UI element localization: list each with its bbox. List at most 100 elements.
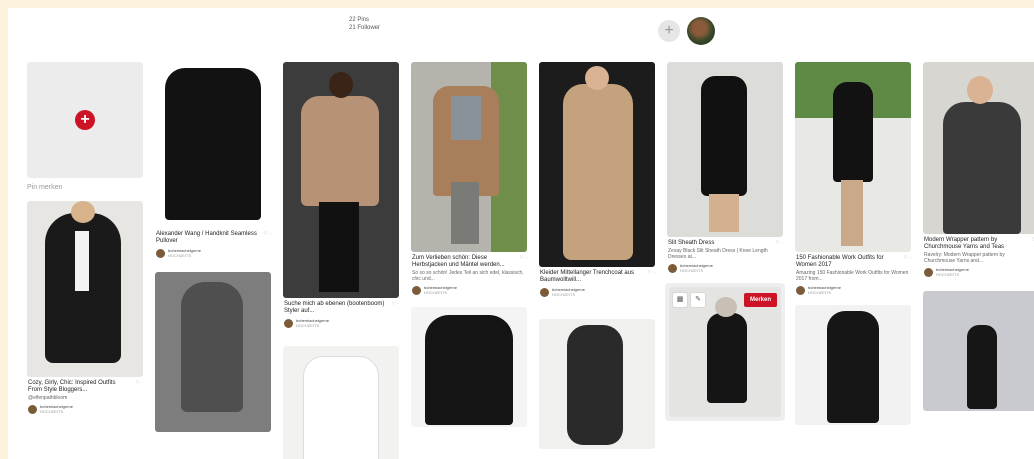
pin-count[interactable]: 22 Pins — [349, 16, 380, 24]
pin-card[interactable] — [411, 307, 527, 427]
pin-owner[interactable]: bohemiacheigerne HOCHZEITS — [155, 245, 271, 258]
pin-image[interactable]: ▩ ✎ Merken — [669, 287, 781, 417]
like-count[interactable]: ♡ · — [391, 301, 399, 308]
pin-card[interactable] — [155, 272, 271, 432]
pin-card[interactable]: Cozy, Girly, Chic: Inspired Outfits From… — [27, 201, 143, 414]
pin-card[interactable]: Alexander Wang / Handknit Seamless Pullo… — [155, 62, 271, 258]
pin-hover-actions: ▩ ✎ Merken — [673, 293, 777, 307]
pin-owner[interactable]: bohemiacheigerne HOCHZEITS — [795, 282, 911, 295]
tshirt-detail — [451, 96, 481, 140]
pin-image[interactable] — [795, 62, 911, 252]
like-count[interactable]: ♡ · — [135, 380, 143, 387]
add-pin-plus-icon[interactable]: + — [75, 110, 95, 130]
pin-image[interactable] — [795, 305, 911, 425]
pin-title[interactable]: Modern Wrapper pattern by Churchmouse Ya… — [923, 234, 1034, 251]
street-outfit-figure — [967, 325, 997, 409]
trenchcoat-figure — [563, 84, 633, 260]
plus-icon[interactable]: + — [658, 20, 680, 42]
board-name[interactable]: HOCHZEITS — [680, 268, 713, 273]
pin-title[interactable]: Suche mich ab ebenen (bootenboom) Styler… — [283, 298, 399, 315]
board-name[interactable]: HOCHZEITS — [808, 290, 841, 295]
pin-column-5: Kleider Mittellanger Trenchcoat aus Baum… — [539, 62, 655, 459]
owner-avatar[interactable] — [28, 404, 37, 414]
legs-detail — [841, 180, 863, 246]
pin-title[interactable]: Cozy, Girly, Chic: Inspired Outfits From… — [27, 377, 143, 394]
shirt-detail — [75, 231, 89, 291]
pin-owner[interactable]: bohemiacheigerne HOCHZEITS — [283, 315, 399, 328]
black-outfit-figure — [827, 311, 879, 423]
pin-card[interactable]: Kleider Mittellanger Trenchcoat aus Baum… — [539, 62, 655, 297]
face-detail — [967, 76, 993, 104]
turtleneck-figure — [425, 315, 513, 425]
pin-card[interactable]: Zum Verlieben schön: Diese Herbstjacken … — [411, 62, 527, 295]
pin-description: Zesay Black Slit Sheath Dress | Knee Len… — [668, 248, 768, 260]
add-pin-card[interactable]: + Pin merken — [27, 62, 143, 191]
pin-image[interactable] — [283, 62, 399, 298]
pin-image[interactable] — [923, 62, 1034, 234]
pin-image[interactable] — [155, 272, 271, 432]
board-name[interactable]: HOCHZEITS — [296, 323, 329, 328]
sweater-figure — [165, 68, 261, 220]
pin-card[interactable] — [539, 319, 655, 449]
pin-card-hovered[interactable]: ▩ ✎ Merken — [665, 283, 785, 421]
pin-title[interactable]: Alexander Wang / Handknit Seamless Pullo… — [155, 228, 271, 245]
like-count[interactable]: ♡ · — [903, 255, 911, 262]
board-name[interactable]: HOCHZEITS — [40, 409, 73, 414]
pin-image[interactable] — [539, 62, 655, 267]
pin-column-1: + Pin merken Cozy, Girly, Chic: Inspired… — [27, 62, 143, 424]
pin-image[interactable] — [411, 62, 527, 252]
pin-card[interactable]: 150 Fashionable Work Outfits for Women 2… — [795, 62, 911, 295]
pin-image[interactable] — [923, 291, 1034, 411]
owner-avatar[interactable] — [924, 267, 933, 277]
board-name[interactable]: HOCHZEITS — [552, 292, 585, 297]
pin-owner[interactable]: bohemiacheigerne HOCHZEITS — [27, 401, 143, 414]
chart-icon[interactable]: ▩ — [673, 293, 687, 307]
board-name[interactable]: HOCHZEITS — [168, 253, 201, 258]
pin-card[interactable] — [923, 291, 1034, 411]
follower-count[interactable]: 21 Follower — [349, 24, 380, 32]
pin-owner[interactable]: bohemiacheigerne HOCHZEITS — [667, 260, 783, 273]
board-name[interactable]: HOCHZEITS — [936, 272, 969, 277]
owner-avatar[interactable] — [796, 285, 805, 295]
pin-description: So so so schön! Jedes Teil an sich edel,… — [412, 270, 524, 282]
jeans-detail — [451, 182, 479, 244]
pin-image[interactable] — [667, 62, 783, 237]
pin-title[interactable]: Slit Sheath Dress ♡ · — [667, 237, 783, 247]
knit-coat-figure — [181, 282, 243, 412]
add-pin-area[interactable]: + — [27, 62, 143, 178]
pin-card[interactable] — [283, 346, 399, 459]
pin-card[interactable]: Modern Wrapper pattern by Churchmouse Ya… — [923, 62, 1034, 277]
pin-owner[interactable]: bohemiacheigerne HOCHZEITS — [411, 282, 527, 295]
skirt-outfit-figure — [567, 325, 623, 445]
pin-image[interactable] — [539, 319, 655, 449]
board-view: 22 Pins 21 Follower + + Pin merken Cozy,… — [8, 8, 1034, 459]
pin-column-3: Suche mich ab ebenen (bootenboom) Styler… — [283, 62, 399, 459]
pin-image[interactable] — [283, 346, 399, 459]
like-count[interactable]: ♡ · — [775, 240, 783, 247]
pencil-icon[interactable]: ✎ — [691, 293, 705, 307]
owner-avatar[interactable] — [284, 318, 293, 328]
pin-card[interactable]: Slit Sheath Dress ♡ · Zesay Black Slit Sh… — [667, 62, 783, 273]
save-pin-button[interactable]: Merken — [743, 293, 777, 307]
pin-title[interactable]: 150 Fashionable Work Outfits for Women 2… — [795, 252, 911, 269]
pin-title[interactable]: Kleider Mittellanger Trenchcoat aus Baum… — [539, 267, 655, 284]
owner-avatar[interactable] — [668, 263, 677, 273]
like-count[interactable]: ♡ · — [647, 270, 655, 277]
owner-avatar[interactable] — [156, 248, 165, 258]
pin-title[interactable]: Zum Verlieben schön: Diese Herbstjacken … — [411, 252, 527, 269]
owner-avatar[interactable] — [412, 285, 421, 295]
pin-image[interactable] — [155, 62, 271, 228]
owner-avatar[interactable] — [540, 287, 549, 297]
pin-image[interactable] — [411, 307, 527, 427]
board-name[interactable]: HOCHZEITS — [424, 290, 457, 295]
pin-card[interactable]: Suche mich ab ebenen (bootenboom) Styler… — [283, 62, 399, 328]
pin-image[interactable] — [27, 201, 143, 377]
user-avatar[interactable] — [687, 17, 715, 45]
like-count[interactable]: ♡ · — [519, 255, 527, 262]
pin-owner[interactable]: bohemiacheigerne HOCHZEITS — [923, 264, 1034, 277]
pin-owner[interactable]: bohemiacheigerne HOCHZEITS — [539, 284, 655, 297]
pin-column-4: Zum Verlieben schön: Diese Herbstjacken … — [411, 62, 527, 437]
pin-card[interactable] — [795, 305, 911, 425]
pin-column-2: Alexander Wang / Handknit Seamless Pullo… — [155, 62, 271, 442]
like-count[interactable]: ♡ · — [263, 231, 271, 238]
